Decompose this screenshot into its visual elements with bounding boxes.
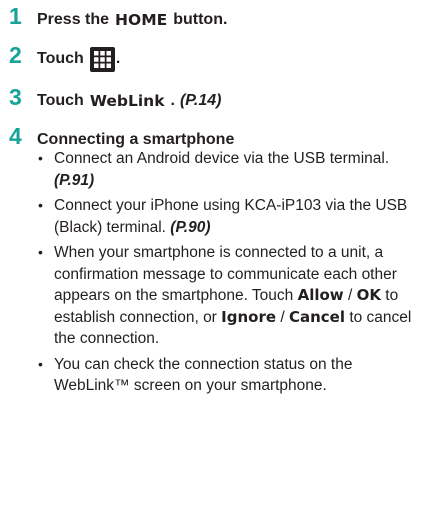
step-text-pre: Touch xyxy=(37,92,84,109)
step-1: 1 Press the HOME button. xyxy=(9,3,227,30)
step-text-post: . xyxy=(170,92,175,109)
page-reference: (P.90) xyxy=(170,218,211,236)
step-text-post: . xyxy=(115,50,121,67)
list-item: • When your smartphone is connected to a… xyxy=(38,242,428,350)
step-4: 4 Connecting a smartphone xyxy=(9,125,234,149)
ok-button-label: OK xyxy=(356,286,381,304)
ignore-button-label: Ignore xyxy=(221,307,277,326)
allow-button-label: Allow xyxy=(297,286,344,304)
bullet-text: You can check the connection status on t… xyxy=(54,355,353,395)
bullet-text: Connect your iPhone using KCA-iP103 via … xyxy=(54,197,408,236)
grid-menu-icon xyxy=(89,46,115,72)
bullet-glyph: • xyxy=(38,197,43,213)
step-text-pre: Press the xyxy=(37,11,110,28)
step-2: 2 Touch . xyxy=(9,44,120,72)
home-button-label: HOME xyxy=(115,11,168,29)
cancel-button-label: Cancel xyxy=(288,307,345,326)
page-reference: (P.14) xyxy=(179,92,222,109)
step-text-post: button. xyxy=(173,11,228,28)
step-number: 2 xyxy=(9,42,22,68)
step-text: Touch . xyxy=(37,46,121,72)
step-3: 3 Touch WebLink . (P.14) xyxy=(9,84,221,111)
page-reference: (P.91) xyxy=(54,171,95,189)
step-text: Touch WebLink . (P.14) xyxy=(37,92,221,110)
bullet-glyph: • xyxy=(38,244,43,260)
bullet-text: Connect an Android device via the USB te… xyxy=(54,150,390,167)
separator: / xyxy=(280,308,285,326)
step-title: Connecting a smartphone xyxy=(37,131,235,148)
step-number: 4 xyxy=(9,123,22,149)
list-item: • Connect your iPhone using KCA-iP103 vi… xyxy=(38,195,428,238)
step-text-pre: Touch xyxy=(37,50,84,67)
step-text: Press the HOME button. xyxy=(37,11,227,29)
bullet-glyph: • xyxy=(38,355,43,372)
separator: / xyxy=(347,287,353,304)
connection-instructions-list: • Connect an Android device via the USB … xyxy=(38,148,428,401)
weblink-button-label: WebLink xyxy=(89,92,165,110)
bullet-text: When your smartphone is connected to a u… xyxy=(54,244,397,304)
bullet-glyph: • xyxy=(38,150,43,166)
step-number: 3 xyxy=(9,84,22,110)
list-item: • You can check the connection status on… xyxy=(38,354,428,397)
step-number: 1 xyxy=(9,3,22,29)
list-item: • Connect an Android device via the USB … xyxy=(38,148,428,191)
